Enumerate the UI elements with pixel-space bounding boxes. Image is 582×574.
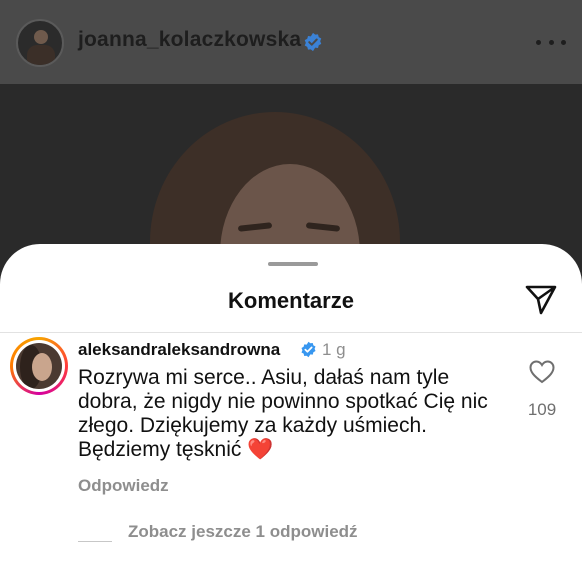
- reply-button[interactable]: Odpowiedz: [78, 476, 169, 496]
- like-count: 109: [527, 400, 557, 419]
- comment-author[interactable]: aleksandraleksandrowna: [78, 340, 280, 360]
- comments-sheet: Komentarze aleksandraleksandrowna 1 g Ro…: [0, 244, 582, 574]
- comment-author-avatar[interactable]: [10, 337, 68, 395]
- heart-emoji: ❤️: [247, 438, 274, 461]
- divider: [0, 332, 582, 333]
- verified-badge-icon: [301, 341, 316, 358]
- send-icon[interactable]: [524, 282, 558, 316]
- comment-timestamp: 1 g: [322, 340, 346, 359]
- verified-badge-icon: [304, 32, 322, 52]
- replies-divider-line: [78, 541, 112, 542]
- more-options-icon[interactable]: [536, 36, 566, 48]
- comment-text: Rozrywa mi serce.. Asiu, dałaś nam tyle …: [78, 366, 498, 462]
- post-username[interactable]: joanna_kolaczkowska: [78, 28, 301, 52]
- comment-body: Rozrywa mi serce.. Asiu, dałaś nam tyle …: [78, 366, 488, 461]
- heart-icon[interactable]: [529, 360, 555, 384]
- sheet-drag-handle[interactable]: [268, 262, 318, 266]
- view-replies-button[interactable]: Zobacz jeszcze 1 odpowiedź: [128, 522, 358, 542]
- sheet-title: Komentarze: [228, 288, 354, 313]
- post-author-avatar[interactable]: [16, 19, 64, 67]
- post-header: joanna_kolaczkowska: [0, 0, 582, 84]
